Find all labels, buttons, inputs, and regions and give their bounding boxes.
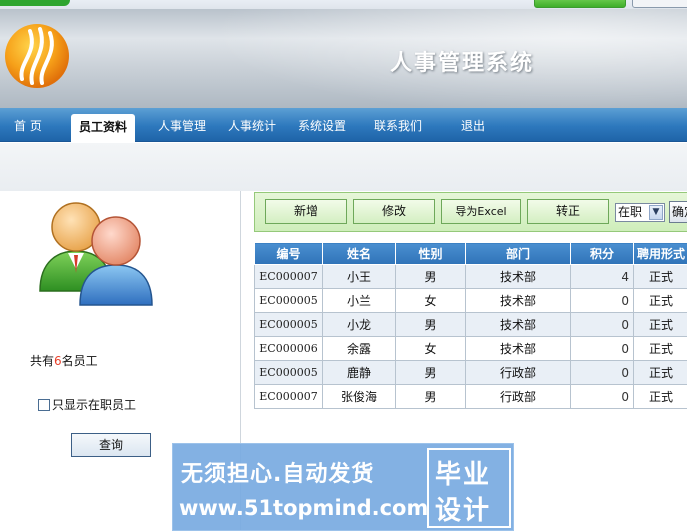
watermark-slogan: 无须担心.自动发货 — [181, 462, 375, 487]
table-header-row: 编号 姓名 性别 部门 积分 聘用形式 — [254, 242, 687, 265]
header-gender[interactable]: 性别 — [395, 242, 466, 265]
cell-score: 0 — [570, 384, 634, 409]
status-select-value: 在职 — [618, 205, 643, 219]
cell-score: 0 — [570, 336, 634, 361]
nav-hr-management[interactable]: 人事管理 — [158, 108, 206, 142]
toolbar: 新增 修改 导为Excel 转正 在职 ▼ 确定 — [254, 192, 687, 232]
header-banner: 人事管理系统 — [0, 9, 687, 108]
cell-id: EC000007 — [254, 264, 323, 289]
table-row[interactable]: EC000007 小王 男 技术部 4 正式 — [254, 264, 687, 289]
cell-name: 小兰 — [322, 288, 396, 313]
nav-contact-us[interactable]: 联系我们 — [374, 108, 422, 142]
cell-id: EC000007 — [254, 384, 323, 409]
employee-count-value: 6 — [54, 354, 62, 368]
top-gray-button[interactable] — [632, 0, 687, 8]
top-strip — [0, 0, 687, 9]
cell-id: EC000006 — [254, 336, 323, 361]
nav-logout[interactable]: 退出 — [461, 108, 485, 142]
status-select[interactable]: 在职 ▼ — [615, 203, 665, 222]
nav-system-settings[interactable]: 系统设置 — [298, 108, 346, 142]
cell-gender: 男 — [395, 264, 466, 289]
cell-name: 小龙 — [322, 312, 396, 337]
watermark-badge-bottom: 设计 — [435, 496, 492, 526]
cell-department: 技术部 — [465, 288, 571, 313]
export-excel-button[interactable]: 导为Excel — [441, 199, 521, 224]
employee-table: 编号 姓名 性别 部门 积分 聘用形式 EC000007 小王 男 技术部 4 … — [254, 242, 687, 409]
cell-name: 余露 — [322, 336, 396, 361]
top-green-button[interactable] — [534, 0, 626, 8]
cell-gender: 男 — [395, 312, 466, 337]
employee-count: 共有6名员工 — [30, 352, 98, 369]
chevron-down-icon[interactable]: ▼ — [649, 205, 663, 220]
table-row[interactable]: EC000005 小龙 男 技术部 0 正式 — [254, 312, 687, 337]
regularize-button[interactable]: 转正 — [527, 199, 609, 224]
cell-gender: 男 — [395, 384, 466, 409]
header-employment-type[interactable]: 聘用形式 — [633, 242, 687, 265]
cell-employment-type: 正式 — [633, 264, 687, 289]
cell-name: 鹿静 — [322, 360, 396, 385]
watermark-badge-top: 毕业 — [435, 460, 492, 490]
cell-employment-type: 正式 — [633, 360, 687, 385]
main-nav: 首 页 员工资料 人事管理 人事统计 系统设置 联系我们 退出 — [0, 108, 687, 142]
header-department[interactable]: 部门 — [465, 242, 571, 265]
content-top-band — [0, 143, 687, 191]
nav-home[interactable]: 首 页 — [14, 108, 42, 142]
system-title: 人事管理系统 — [390, 51, 535, 76]
cell-name: 小王 — [322, 264, 396, 289]
cell-id: EC000005 — [254, 312, 323, 337]
cell-department: 行政部 — [465, 360, 571, 385]
cell-score: 0 — [570, 288, 634, 313]
cell-department: 行政部 — [465, 384, 571, 409]
cell-employment-type: 正式 — [633, 336, 687, 361]
edit-button[interactable]: 修改 — [353, 199, 435, 224]
cell-name: 张俊海 — [322, 384, 396, 409]
cell-department: 技术部 — [465, 264, 571, 289]
header-id[interactable]: 编号 — [254, 242, 323, 265]
table-row[interactable]: EC000005 小兰 女 技术部 0 正式 — [254, 288, 687, 313]
cell-id: EC000005 — [254, 288, 323, 313]
only-active-option[interactable]: 只显示在职员工 — [38, 396, 136, 413]
nav-hr-statistics[interactable]: 人事统计 — [228, 108, 276, 142]
cell-employment-type: 正式 — [633, 288, 687, 313]
cell-score: 0 — [570, 312, 634, 337]
logo-icon — [5, 24, 69, 88]
header-score[interactable]: 积分 — [570, 242, 634, 265]
employee-count-prefix: 共有 — [30, 354, 55, 368]
cell-gender: 男 — [395, 360, 466, 385]
cell-score: 4 — [570, 264, 634, 289]
watermark-url: www.51topmind.com — [179, 496, 429, 520]
table-row[interactable]: EC000006 余露 女 技术部 0 正式 — [254, 336, 687, 361]
cell-employment-type: 正式 — [633, 384, 687, 409]
only-active-label: 只显示在职员工 — [52, 398, 137, 412]
cell-department: 技术部 — [465, 312, 571, 337]
cell-department: 技术部 — [465, 336, 571, 361]
watermark-badge: 毕业 设计 — [427, 448, 511, 528]
table-row[interactable]: EC000005 鹿静 男 行政部 0 正式 — [254, 360, 687, 385]
watermark-banner: 无须担心.自动发货 www.51topmind.com 毕业 设计 — [172, 443, 514, 531]
confirm-button[interactable]: 确定 — [669, 201, 687, 223]
cell-score: 0 — [570, 360, 634, 385]
cell-employment-type: 正式 — [633, 312, 687, 337]
employee-count-suffix: 名员工 — [61, 354, 98, 368]
cell-gender: 女 — [395, 336, 466, 361]
table-row[interactable]: EC000007 张俊海 男 行政部 0 正式 — [254, 384, 687, 409]
top-green-tab — [0, 0, 70, 6]
header-name[interactable]: 姓名 — [322, 242, 396, 265]
cell-id: EC000005 — [254, 360, 323, 385]
add-button[interactable]: 新增 — [265, 199, 347, 224]
only-active-checkbox[interactable] — [38, 398, 50, 411]
nav-employee-info[interactable]: 员工资料 — [71, 114, 136, 142]
query-button[interactable]: 查询 — [71, 433, 151, 457]
users-icon — [39, 202, 153, 306]
page: 人事管理系统 首 页 员工资料 人事管理 人事统计 系统设置 联系我们 退出 共… — [0, 0, 687, 531]
cell-gender: 女 — [395, 288, 466, 313]
